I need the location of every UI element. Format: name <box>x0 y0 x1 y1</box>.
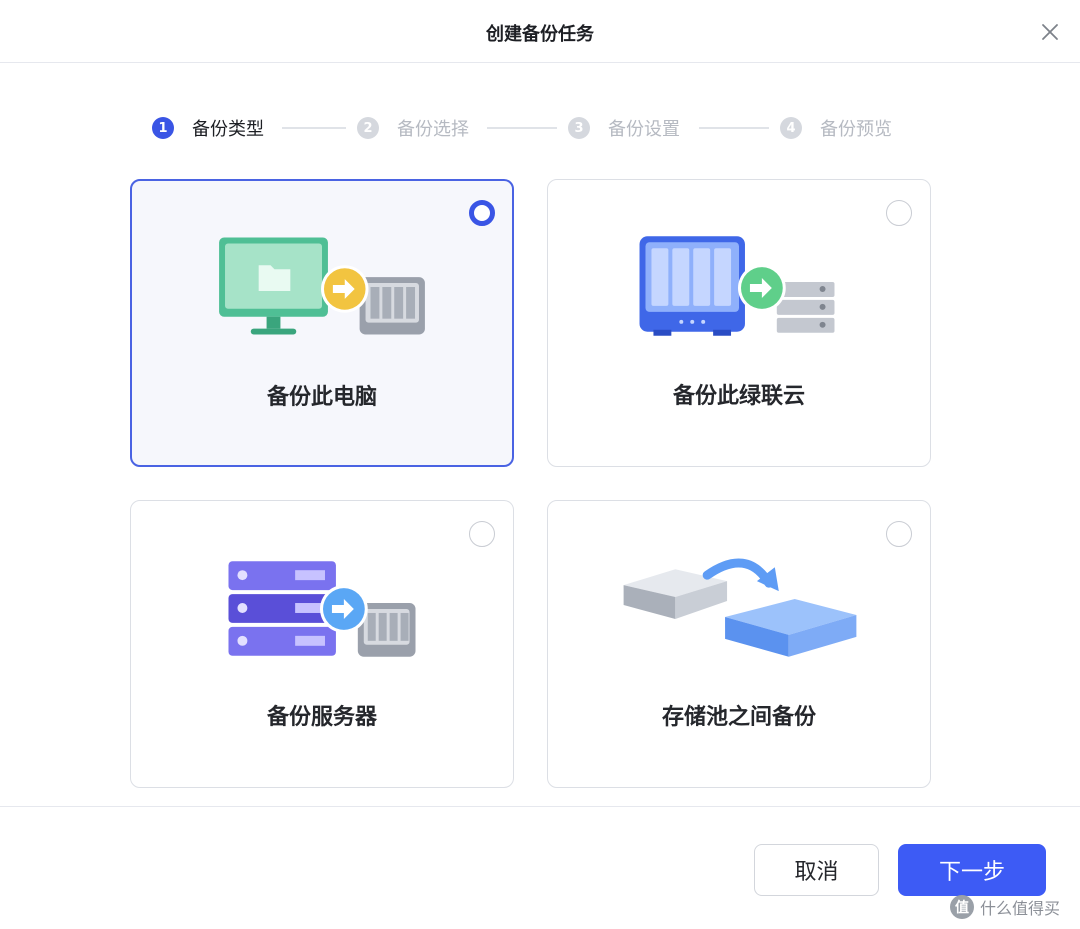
step-4: 4 备份预览 <box>780 114 892 142</box>
cancel-button[interactable]: 取消 <box>754 844 879 896</box>
dialog-header: 创建备份任务 <box>0 0 1080 63</box>
option-card-storage-pool-backup[interactable]: 存储池之间备份 <box>547 500 931 788</box>
step-number: 2 <box>357 117 379 139</box>
option-label: 备份服务器 <box>266 705 377 730</box>
step-2: 2 备份选择 <box>357 114 469 142</box>
step-number: 1 <box>152 117 174 139</box>
step-label: 备份预览 <box>820 119 892 140</box>
server-to-nas-icon <box>228 561 416 657</box>
nas-to-server-icon <box>639 236 835 336</box>
step-number: 3 <box>568 117 590 139</box>
step-3: 3 备份设置 <box>568 114 680 142</box>
step-label: 备份设置 <box>608 119 680 140</box>
step-1: 1 备份类型 <box>152 114 264 142</box>
option-card-backup-computer[interactable]: 备份此电脑 <box>130 179 514 467</box>
option-label: 备份此电脑 <box>266 385 377 410</box>
option-label: 备份此绿联云 <box>672 384 805 409</box>
storage-pool-transfer-icon <box>623 558 857 657</box>
close-button[interactable] <box>1036 18 1064 46</box>
watermark-text: 什么值得买 <box>980 899 1061 918</box>
step-connector <box>487 127 557 129</box>
step-label: 备份选择 <box>397 119 469 140</box>
close-icon <box>1042 24 1058 40</box>
next-step-button[interactable]: 下一步 <box>898 844 1046 896</box>
computer-to-nas-icon <box>219 237 425 335</box>
step-number: 4 <box>780 117 802 139</box>
watermark: 值 什么值得买 <box>950 893 1060 921</box>
footer-divider <box>0 806 1080 807</box>
radio-button[interactable] <box>886 200 912 226</box>
step-label: 备份类型 <box>192 119 264 140</box>
option-label: 存储池之间备份 <box>661 705 816 730</box>
option-card-backup-nas[interactable]: 备份此绿联云 <box>547 179 931 467</box>
smzdm-logo-icon: 值 <box>950 895 974 919</box>
step-connector <box>282 127 346 129</box>
radio-button[interactable] <box>886 521 912 547</box>
radio-button[interactable] <box>469 521 495 547</box>
radio-button[interactable] <box>469 200 495 226</box>
stepper: 1 备份类型 2 备份选择 3 备份设置 4 备份预览 <box>150 114 910 142</box>
dialog-title: 创建备份任务 <box>486 24 594 45</box>
step-connector <box>699 127 769 129</box>
option-card-backup-server[interactable]: 备份服务器 <box>130 500 514 788</box>
